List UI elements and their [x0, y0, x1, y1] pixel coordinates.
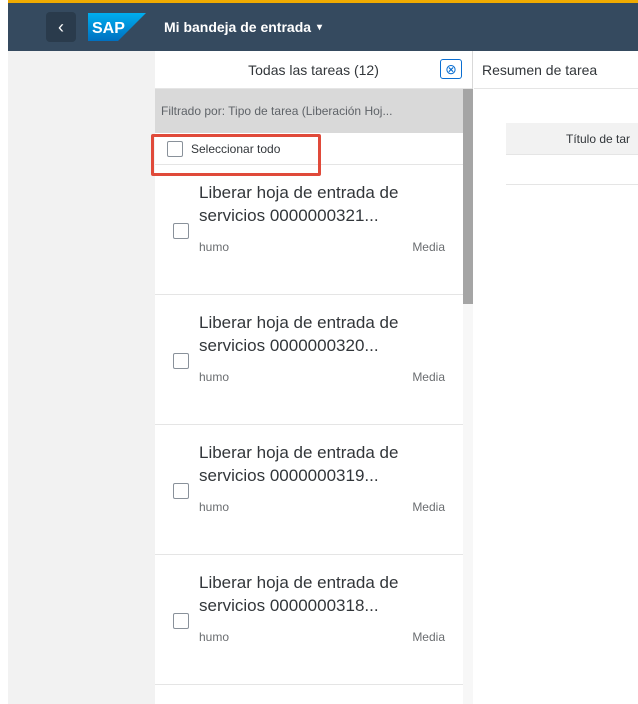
detail-table-header: Título de tar — [506, 123, 638, 155]
select-all-checkbox[interactable] — [167, 140, 183, 157]
sap-logo[interactable]: SAP — [88, 13, 146, 41]
item-creator: humo — [199, 500, 230, 514]
item-creator: humo — [199, 630, 230, 644]
detail-title: Resumen de tarea — [482, 61, 598, 78]
detail-header: Resumen de tarea — [474, 51, 638, 89]
select-all-label: Seleccionar todo — [191, 141, 281, 156]
clear-filter-button[interactable]: ⊗ — [440, 59, 462, 79]
filter-text: Filtrado por: Tipo de tarea (Liberación … — [161, 104, 393, 118]
column-header-title[interactable]: Título de tar — [566, 132, 630, 146]
shell-bar: ‹ SAP Mi bandeja de entrada ▾ — [8, 3, 638, 51]
item-checkbox[interactable] — [173, 223, 189, 239]
master-scrollbar-thumb[interactable] — [463, 89, 473, 304]
sap-logo-text: SAP — [92, 20, 125, 37]
item-title: Liberar hoja de entrada de servicios 000… — [199, 183, 399, 225]
back-button[interactable]: ‹ — [46, 12, 76, 42]
left-empty-pane — [8, 51, 155, 704]
master-title: Todas las tareas (12) — [248, 61, 379, 78]
detail-pane: Resumen de tarea Título de tar — [474, 51, 638, 704]
list-item[interactable]: Liberar hoja de entrada de servicios 000… — [155, 555, 472, 685]
item-checkbox[interactable] — [173, 613, 189, 629]
sap-logo-icon: SAP — [88, 13, 146, 41]
filter-info-bar[interactable]: Filtrado por: Tipo de tarea (Liberación … — [155, 89, 472, 133]
item-priority: Media — [412, 500, 445, 514]
item-priority: Media — [412, 370, 445, 384]
item-title: Liberar hoja de entrada de servicios 000… — [199, 313, 399, 355]
master-header: Todas las tareas (12) ⊗ — [155, 51, 472, 89]
detail-body: Título de tar — [474, 89, 638, 704]
item-checkbox[interactable] — [173, 483, 189, 499]
list-item[interactable]: Liberar hoja de entrada de servicios 000… — [155, 425, 472, 555]
app-title-menu[interactable]: Mi bandeja de entrada ▾ — [164, 19, 322, 35]
app-title: Mi bandeja de entrada — [164, 19, 312, 35]
master-list-pane: Todas las tareas (12) ⊗ Filtrado por: Ti… — [151, 51, 473, 704]
detail-table-row — [506, 155, 638, 185]
item-priority: Media — [412, 630, 445, 644]
item-priority: Media — [412, 240, 445, 254]
item-checkbox[interactable] — [173, 353, 189, 369]
item-creator: humo — [199, 240, 230, 254]
item-title: Liberar hoja de entrada de servicios 000… — [199, 573, 399, 615]
item-creator: humo — [199, 370, 230, 384]
outer-margin — [0, 0, 8, 704]
list-item[interactable]: Liberar hoja de entrada de servicios 000… — [155, 165, 472, 295]
list-item[interactable]: Liberar hoja de entrada de servicios 000… — [155, 295, 472, 425]
select-all-row[interactable]: Seleccionar todo — [151, 133, 472, 176]
caret-down-icon: ▾ — [317, 21, 323, 33]
item-title: Liberar hoja de entrada de servicios 000… — [199, 443, 399, 485]
clear-circle-icon: ⊗ — [445, 61, 457, 77]
back-arrow-icon: ‹ — [58, 16, 64, 37]
